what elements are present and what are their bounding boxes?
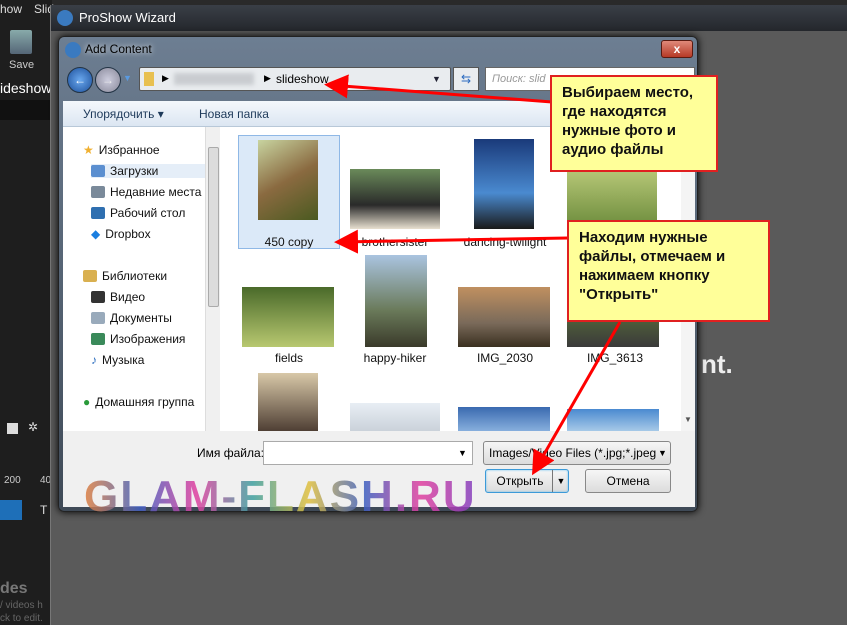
arrow-to-open xyxy=(532,321,622,476)
callout-choose-location: Выбираем место, где находятся нужные фот… xyxy=(550,75,718,172)
watermark-logo: GLAM-FLASH.RU xyxy=(84,472,477,521)
arrow-to-file xyxy=(334,229,569,254)
callout-text: Выбираем место, где находятся нужные фот… xyxy=(562,84,694,158)
arrow-to-address xyxy=(324,74,553,104)
callout-text: Находим нужные файлы, отмечаем и нажимае… xyxy=(579,229,726,303)
callout-select-files: Находим нужные файлы, отмечаем и нажимае… xyxy=(567,220,770,322)
